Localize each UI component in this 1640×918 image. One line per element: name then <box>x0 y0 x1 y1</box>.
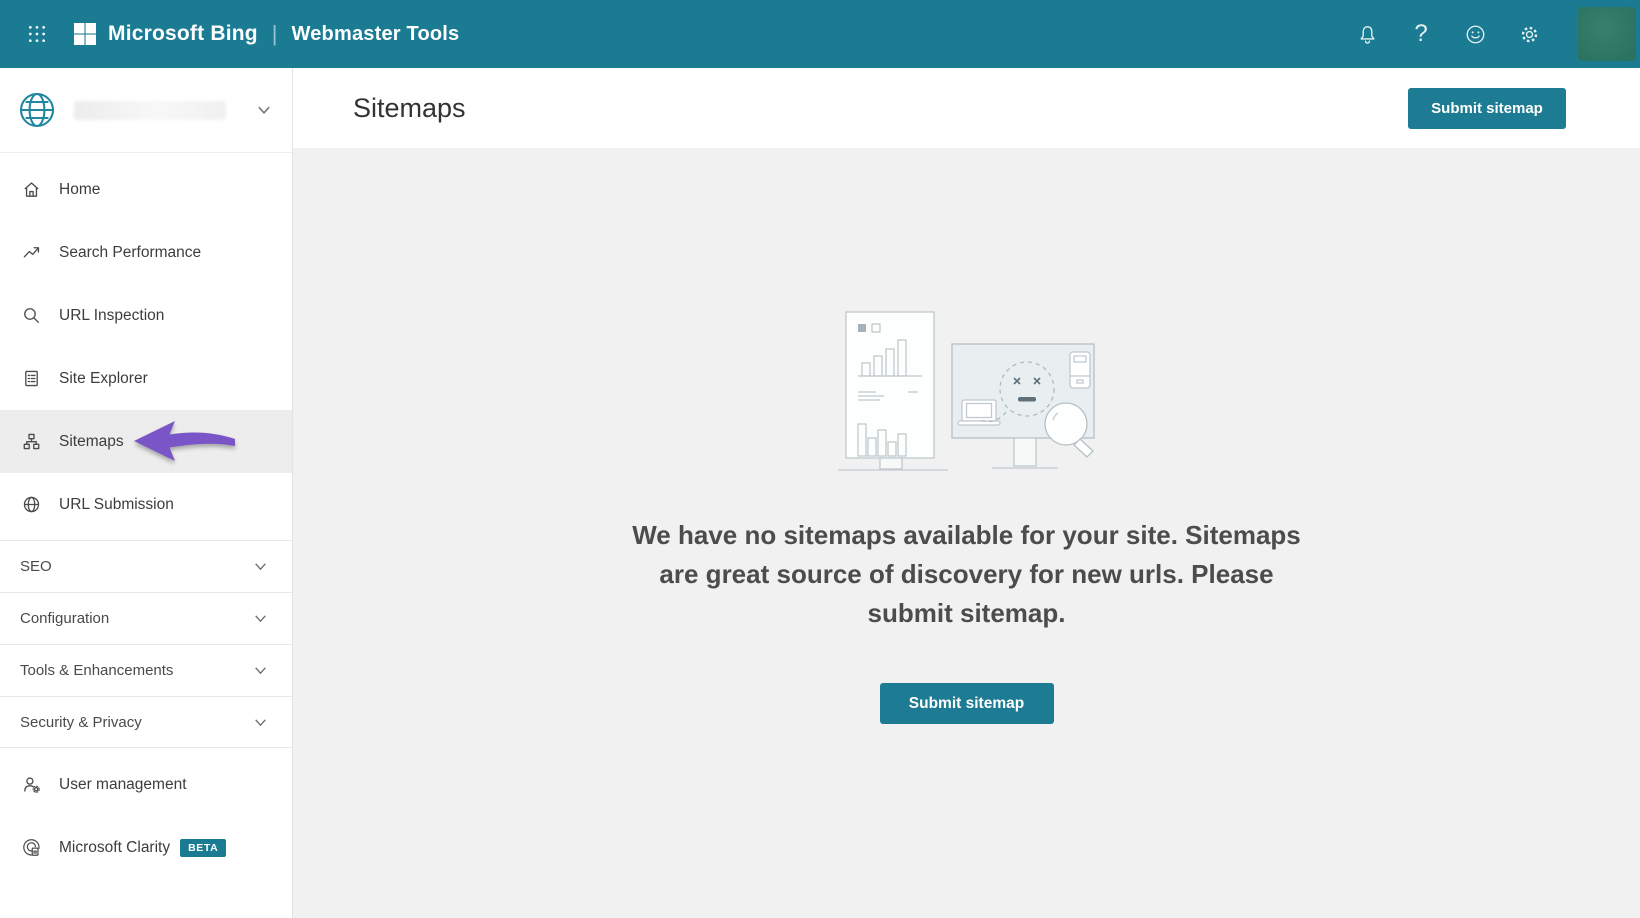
site-globe-icon <box>18 91 56 129</box>
sidebar-section-tools-enhancements[interactable]: Tools & Enhancements <box>0 644 292 696</box>
document-list-icon <box>20 369 42 388</box>
sidebar-item-search-performance[interactable]: Search Performance <box>0 221 292 284</box>
feedback-smiley-icon[interactable] <box>1448 7 1502 61</box>
chevron-down-icon <box>253 611 268 626</box>
sidebar-item-label: Home <box>59 181 100 199</box>
sidebar: Home Search Performance <box>0 68 293 918</box>
sidebar-section-seo[interactable]: SEO <box>0 540 292 592</box>
app-launcher-icon[interactable] <box>16 13 58 55</box>
clarity-swirl-icon <box>20 838 42 857</box>
main-area: Sitemaps Submit sitemap <box>293 68 1640 918</box>
help-glyph: ? <box>1414 22 1427 46</box>
chevron-down-icon <box>253 559 268 574</box>
sidebar-item-label: Sitemaps <box>59 433 124 451</box>
sidebar-item-label: URL Submission <box>59 496 174 514</box>
notifications-bell-icon[interactable] <box>1340 7 1394 61</box>
section-label: Tools & Enhancements <box>20 662 173 679</box>
microsoft-logo-icon <box>74 23 96 45</box>
profile-avatar[interactable] <box>1578 7 1636 61</box>
sidebar-item-label: Site Explorer <box>59 370 148 388</box>
chevron-down-icon <box>256 102 272 118</box>
empty-state-submit-sitemap-button[interactable]: Submit sitemap <box>880 683 1054 724</box>
page-title: Sitemaps <box>353 93 466 124</box>
help-icon[interactable]: ? <box>1394 7 1448 61</box>
app-body: Home Search Performance <box>0 68 1640 918</box>
empty-state: We have no sitemaps available for your s… <box>293 148 1640 918</box>
topbar-actions: ? <box>1340 7 1640 61</box>
site-name-blurred <box>74 101 226 120</box>
section-label: SEO <box>20 558 52 575</box>
sidebar-item-url-inspection[interactable]: URL Inspection <box>0 284 292 347</box>
sidebar-item-microsoft-clarity[interactable]: Microsoft Clarity BETA <box>0 816 292 879</box>
site-selector[interactable] <box>0 68 292 153</box>
home-icon <box>20 180 42 199</box>
section-label: Configuration <box>20 610 109 627</box>
trend-up-icon <box>20 243 42 262</box>
sidebar-item-label: Search Performance <box>59 244 201 262</box>
brand-name: Microsoft Bing <box>108 22 258 46</box>
user-gear-icon <box>20 775 42 794</box>
globe-icon <box>20 495 42 514</box>
section-label: Security & Privacy <box>20 714 142 731</box>
sidebar-item-label: Microsoft Clarity <box>59 839 170 857</box>
chevron-down-icon <box>253 663 268 678</box>
sidebar-item-label: URL Inspection <box>59 307 164 325</box>
beta-badge: BETA <box>180 839 226 857</box>
empty-state-message: We have no sitemaps available for your s… <box>622 516 1312 633</box>
sidebar-item-site-explorer[interactable]: Site Explorer <box>0 347 292 410</box>
sidebar-item-home[interactable]: Home <box>0 158 292 221</box>
sidebar-item-label: User management <box>59 776 187 794</box>
settings-gear-icon[interactable] <box>1502 7 1556 61</box>
sidebar-item-user-management[interactable]: User management <box>0 753 292 816</box>
magnifier-icon <box>20 306 42 325</box>
submit-sitemap-button[interactable]: Submit sitemap <box>1408 88 1566 129</box>
sidebar-item-sitemaps[interactable]: Sitemaps <box>0 410 292 473</box>
sitemap-hierarchy-icon <box>20 432 42 451</box>
topbar: Microsoft Bing | Webmaster Tools ? <box>0 0 1640 68</box>
product-name: Webmaster Tools <box>292 23 460 46</box>
sidebar-item-url-submission[interactable]: URL Submission <box>0 473 292 536</box>
brand-divider: | <box>272 21 278 47</box>
sidebar-nav: Home Search Performance <box>0 153 292 536</box>
page-header: Sitemaps Submit sitemap <box>293 68 1640 148</box>
sidebar-section-security-privacy[interactable]: Security & Privacy <box>0 696 292 748</box>
chevron-down-icon <box>253 715 268 730</box>
sidebar-footer: User management Microsoft Clarity BETA <box>0 748 292 879</box>
sidebar-section-configuration[interactable]: Configuration <box>0 592 292 644</box>
sidebar-sections: SEO Configuration Tools & Enhancements S… <box>0 540 292 748</box>
empty-state-illustration <box>832 300 1102 478</box>
